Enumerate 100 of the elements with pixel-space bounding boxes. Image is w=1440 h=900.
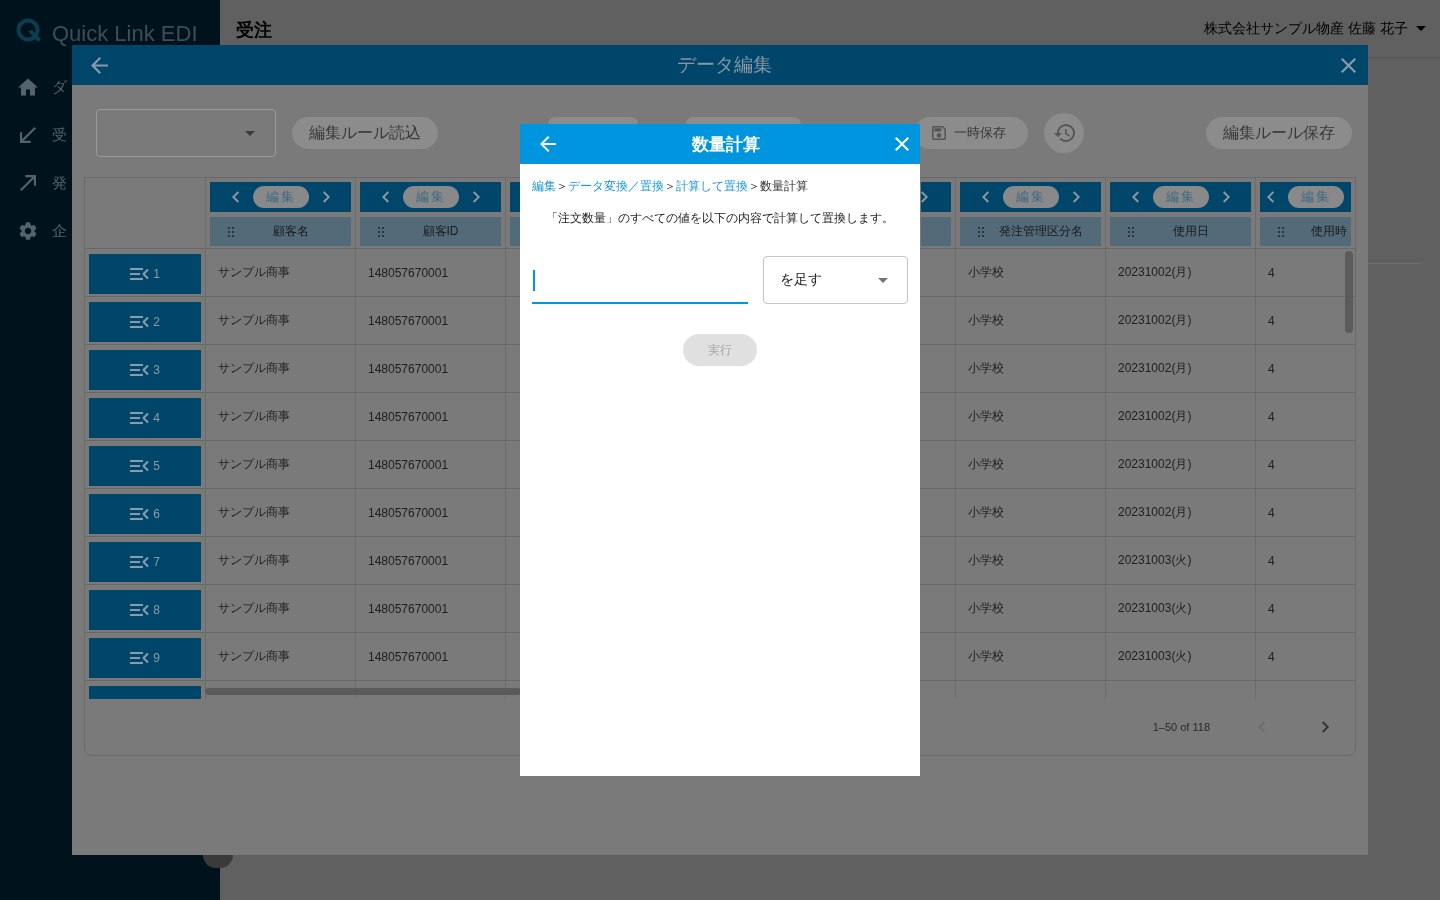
description: 「注文数量」のすべての値を以下の内容で計算して置換します。 — [545, 210, 895, 227]
table-cell: 148057670001 — [355, 297, 505, 344]
column-title: 発注管理区分名 — [997, 223, 1084, 240]
drag-handle-icon[interactable] — [228, 226, 234, 237]
table-cell: 4 — [1255, 441, 1355, 488]
table-cell: 小学校 — [955, 537, 1105, 584]
list-icon — [130, 460, 150, 472]
drag-handle-icon[interactable] — [378, 226, 384, 237]
table-cell: サンプル商事 — [205, 297, 355, 344]
list-icon — [130, 508, 150, 520]
chevron-left-icon[interactable] — [981, 191, 989, 203]
next-page-icon[interactable] — [1322, 721, 1329, 733]
table-cell: 小学校 — [955, 633, 1105, 680]
list-icon — [130, 556, 150, 568]
table-cell: 20231002(月) — [1105, 249, 1255, 296]
column-title-bar — [921, 217, 951, 246]
row-number-button[interactable]: 6 — [89, 494, 201, 534]
caret-down-icon — [878, 277, 888, 283]
table-cell: 4 — [1255, 633, 1355, 680]
breadcrumb-separator: ＞ — [664, 179, 676, 193]
sidebar-item[interactable]: ダ — [18, 63, 67, 111]
sidebar-item[interactable]: 発 — [18, 159, 67, 207]
table-cell: サンプル商事 — [205, 345, 355, 392]
table-cell: 20231002(月) — [1105, 441, 1255, 488]
row-number-button[interactable]: 5 — [89, 446, 201, 486]
table-cell: 148057670001 — [355, 537, 505, 584]
toolbar-button[interactable]: 編集ルール保存 — [1206, 117, 1352, 149]
table-cell: 20231002(月) — [1105, 345, 1255, 392]
history-button[interactable] — [1044, 113, 1084, 153]
arrow-up-right-icon — [20, 175, 36, 191]
table-cell: 4 — [1255, 393, 1355, 440]
row-number-button[interactable]: 1 — [89, 254, 201, 294]
chevron-right-icon[interactable] — [1072, 191, 1080, 203]
drag-handle-icon[interactable] — [978, 226, 984, 237]
history-icon — [1053, 124, 1075, 142]
list-icon — [130, 604, 150, 616]
back-icon[interactable] — [540, 136, 556, 152]
drag-handle-icon[interactable] — [1278, 226, 1284, 237]
chevron-left-icon[interactable] — [1131, 191, 1139, 203]
gear-icon — [18, 222, 38, 240]
table-cell: 20231003(火) — [1105, 585, 1255, 632]
table-cell: サンプル商事 — [205, 585, 355, 632]
column-title-bar — [510, 217, 521, 246]
chevron-right-icon[interactable] — [322, 191, 330, 203]
close-icon[interactable] — [895, 137, 909, 151]
list-icon — [130, 268, 150, 280]
chevron-left-icon[interactable] — [381, 191, 389, 203]
table-cell: 148057670001 — [355, 633, 505, 680]
table-cell: 20231002(月) — [1105, 393, 1255, 440]
row-number-button[interactable]: 8 — [89, 590, 201, 630]
toolbar-button[interactable]: 編集ルール読込 — [292, 117, 438, 149]
table-cell: 20231002(月) — [1105, 489, 1255, 536]
table-cell: 148057670001 — [355, 441, 505, 488]
sidebar-item[interactable]: 受 — [18, 111, 67, 159]
table-cell: サンプル商事 — [205, 249, 355, 296]
arrow-down-left-icon — [20, 127, 36, 143]
pagination-range: 1–50 of 118 — [1152, 721, 1210, 733]
caret-down-icon — [1416, 26, 1426, 31]
chevron-left-icon[interactable] — [231, 191, 239, 203]
breadcrumb-link[interactable]: 計算して置換 — [676, 179, 748, 193]
user-menu[interactable]: 株式会社サンプル物産 佐藤 花子 — [1204, 19, 1426, 38]
table-cell: 小学校 — [955, 585, 1105, 632]
breadcrumb-link[interactable]: 編集 — [532, 179, 556, 193]
row-number-button[interactable]: 9 — [89, 638, 201, 678]
table-cell: 小学校 — [955, 393, 1105, 440]
sidebar-item[interactable]: 企 — [18, 207, 67, 255]
table-cell: 148057670001 — [355, 585, 505, 632]
table-cell: 4 — [1255, 585, 1355, 632]
back-icon[interactable] — [91, 56, 108, 74]
chevron-right-icon[interactable] — [921, 191, 928, 203]
save-icon — [932, 126, 946, 140]
chevron-right-icon[interactable] — [1222, 191, 1230, 203]
chevron-left-icon[interactable] — [1267, 191, 1274, 203]
row-number-button[interactable]: 3 — [89, 350, 201, 390]
horizontal-scrollbar[interactable] — [205, 688, 521, 695]
home-icon — [18, 78, 38, 96]
page-title: 受注 — [236, 18, 272, 42]
chevron-right-icon[interactable] — [472, 191, 480, 203]
row-number-button[interactable]: 4 — [89, 398, 201, 438]
breadcrumb-separator: ＞ — [556, 179, 568, 193]
breadcrumb-current: 数量計算 — [760, 179, 808, 193]
close-icon[interactable] — [1341, 57, 1356, 73]
table-cell: 148057670001 — [355, 489, 505, 536]
dialog-title: データ編集 — [676, 53, 773, 77]
row-number-button[interactable]: 7 — [89, 542, 201, 582]
table-cell: 148057670001 — [355, 393, 505, 440]
table-cell: サンプル商事 — [205, 393, 355, 440]
drag-handle-icon[interactable] — [1128, 226, 1134, 237]
row-number-button[interactable]: 2 — [89, 302, 201, 342]
list-icon — [130, 316, 150, 328]
breadcrumb-link[interactable]: データ変換／置換 — [568, 179, 664, 193]
column-title: 使用時 — [1311, 223, 1348, 240]
table-cell: 148057670001 — [355, 345, 505, 392]
table-cell: 20231002(月) — [1105, 297, 1255, 344]
table-cell: 小学校 — [955, 489, 1105, 536]
vertical-scrollbar[interactable] — [1345, 251, 1353, 333]
app-name: Quick Link EDI — [52, 23, 198, 45]
column-header-bar — [510, 182, 521, 212]
operation-select[interactable]: を足す — [763, 256, 908, 304]
list-icon — [130, 364, 150, 376]
